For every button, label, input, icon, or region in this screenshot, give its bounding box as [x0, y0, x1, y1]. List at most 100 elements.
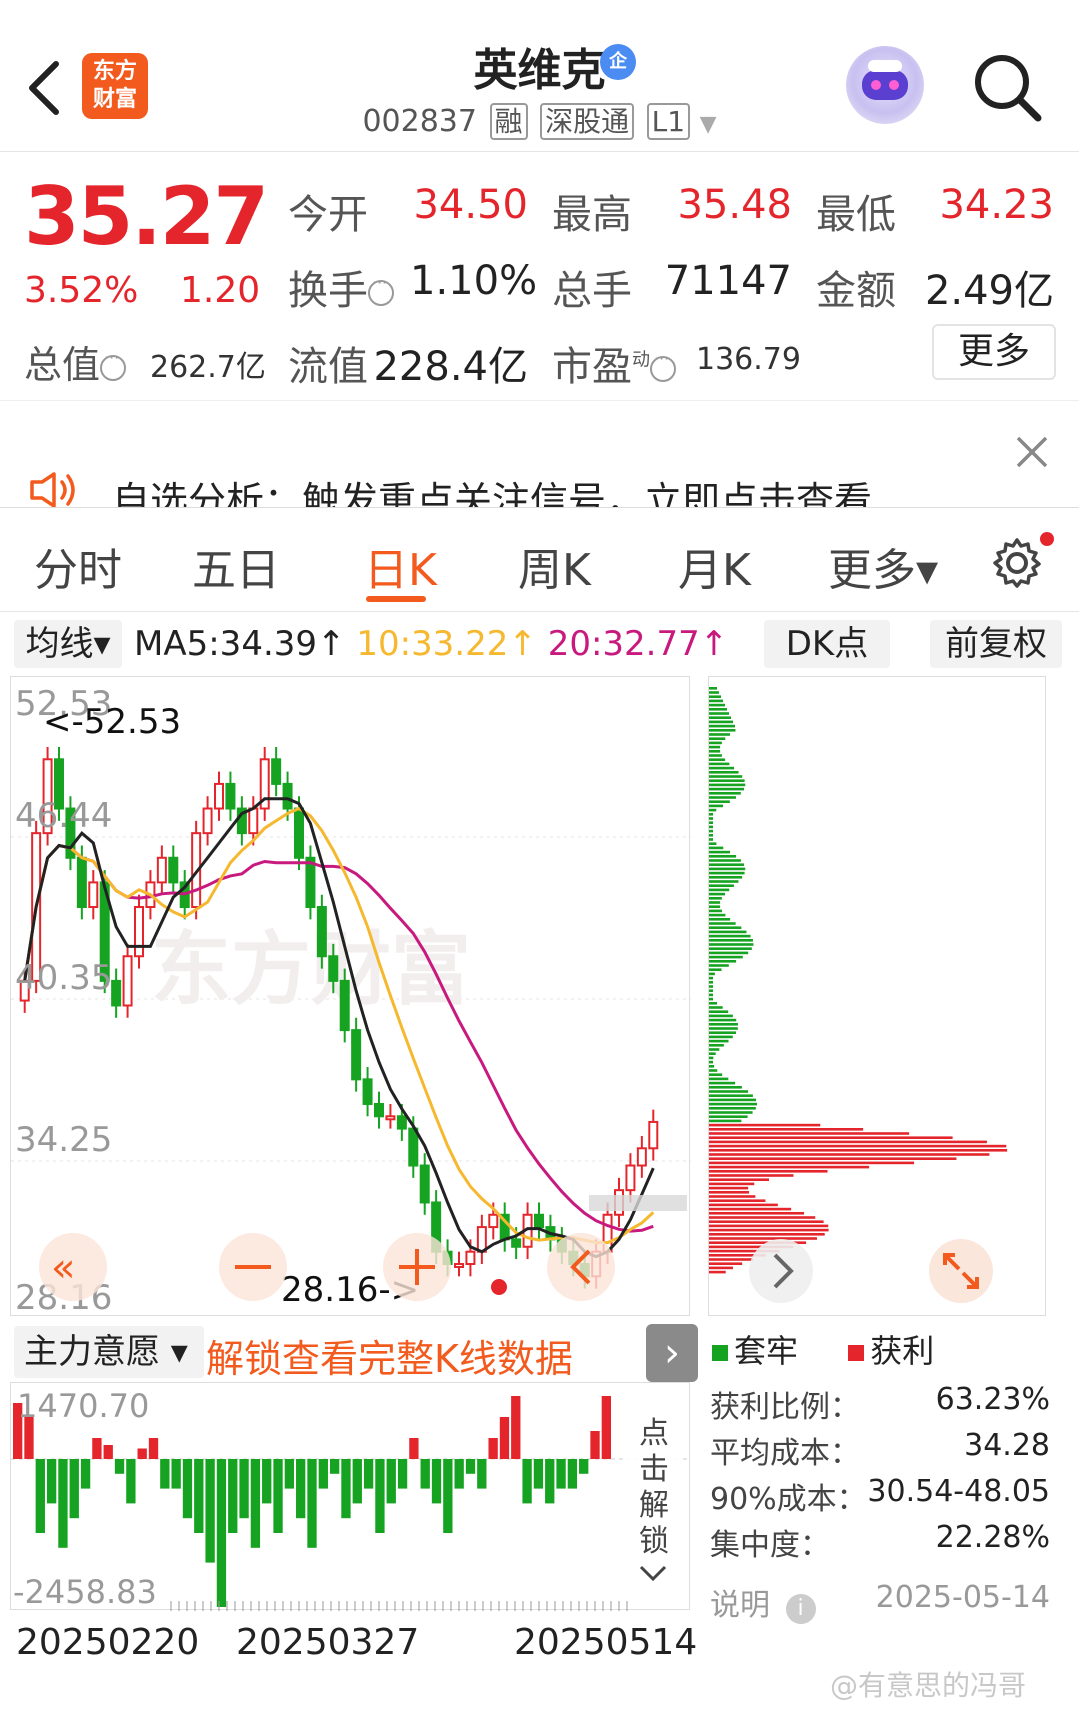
- indicator-bar-down: [533, 1459, 544, 1489]
- chip-legend: 套牢 获利: [708, 1326, 1068, 1370]
- chip-next-button[interactable]: [749, 1239, 813, 1303]
- indicator-bar-up: [92, 1438, 102, 1459]
- indicator-dropdown[interactable]: 主力意愿 ▾: [14, 1326, 204, 1378]
- chip-bar-loss: [709, 871, 745, 875]
- amount-value: 2.49亿: [924, 268, 1054, 314]
- candle-up: [465, 1250, 476, 1266]
- tab-weekly-k[interactable]: 周K: [518, 534, 591, 598]
- ind-y-bottom: -2458.83: [13, 1573, 157, 1611]
- chip-bar-loss: [709, 951, 749, 955]
- chevron-right-icon[interactable]: ›: [646, 1324, 698, 1382]
- chip-bar-loss: [709, 960, 737, 963]
- note-label[interactable]: 说明: [710, 1588, 770, 1623]
- indicator-bar-down: [431, 1459, 442, 1504]
- ma-type-dropdown[interactable]: 均线▾: [14, 620, 122, 668]
- notice-bar[interactable]: 自选分析：触发重点关注信号，立即点击查看: [0, 400, 1079, 508]
- tab-daily-k[interactable]: 日K: [364, 534, 437, 598]
- expand-button[interactable]: [929, 1239, 993, 1303]
- tab-intraday[interactable]: 分时: [34, 534, 122, 598]
- chip-bar-profit: [709, 1161, 915, 1165]
- indicator-bar-down: [262, 1459, 272, 1504]
- chip-bar-loss: [709, 708, 727, 711]
- y-tick-2: 46.44: [15, 796, 112, 836]
- indicator-bar-up: [148, 1438, 159, 1459]
- chip-bar-profit: [709, 1191, 750, 1194]
- stock-code: 002837: [362, 104, 477, 139]
- chip-bar-loss: [709, 745, 721, 749]
- unlock-link[interactable]: 解锁查看完整K线数据: [206, 1328, 573, 1383]
- close-icon[interactable]: [1014, 434, 1050, 470]
- step-left-button[interactable]: [547, 1233, 615, 1301]
- chip-bar-profit: [709, 1207, 792, 1211]
- tab-more[interactable]: 更多▾: [828, 534, 938, 598]
- chip-distribution-chart[interactable]: [708, 676, 1046, 1316]
- ma20-line: [23, 843, 654, 1233]
- indicator-bar-down: [420, 1459, 430, 1489]
- stat-value: 63.23%: [935, 1382, 1050, 1417]
- chip-bar-loss: [709, 918, 731, 921]
- indicator-bar-up: [499, 1417, 510, 1459]
- dropdown-caret-icon[interactable]: ▼: [700, 112, 717, 137]
- chip-bar-profit: [709, 1140, 987, 1144]
- indicator-bar-down: [341, 1459, 351, 1519]
- chip-bar-loss: [709, 838, 713, 841]
- chip-bar-profit: [709, 1182, 755, 1186]
- tab-monthly-k[interactable]: 月K: [678, 534, 751, 598]
- indicator-bar-down: [579, 1459, 589, 1474]
- gear-icon[interactable]: [990, 536, 1044, 590]
- info-dots-icon[interactable]: [368, 273, 394, 306]
- indicator-bar-down: [454, 1459, 464, 1489]
- chip-bar-profit: [709, 1144, 1007, 1148]
- dk-point-button[interactable]: DK点: [764, 620, 890, 668]
- indicator-chart[interactable]: 1470.70 -2458.83 点 击 解 锁: [10, 1382, 691, 1611]
- chip-bar-loss: [709, 1052, 716, 1055]
- zoom-out-button[interactable]: [219, 1233, 287, 1301]
- active-tab-indicator: [366, 596, 426, 602]
- chip-bar-loss: [709, 905, 721, 908]
- chip-bar-profit: [709, 1165, 870, 1169]
- zoom-in-button[interactable]: [383, 1233, 451, 1301]
- chip-bar-loss: [709, 1014, 733, 1018]
- chip-date: 2025-05-14: [875, 1580, 1050, 1615]
- ai-robot-avatar[interactable]: [846, 46, 924, 124]
- chip-bar-loss: [709, 947, 752, 950]
- candle-up: [385, 1115, 396, 1121]
- chip-bar-loss: [709, 695, 721, 698]
- volume-value: 71147: [664, 258, 792, 304]
- chip-note-row: 说明 i 2025-05-14: [710, 1580, 1050, 1624]
- chip-bar-profit: [709, 1170, 828, 1173]
- chip-bar-loss: [709, 855, 737, 858]
- date-mid: 20250327: [236, 1622, 420, 1663]
- more-quote-button[interactable]: 更多: [932, 324, 1056, 380]
- candle-down: [271, 758, 282, 785]
- chip-bar-profit: [709, 1266, 733, 1270]
- scroll-left-button[interactable]: «: [39, 1233, 107, 1301]
- indicator-bar-down: [386, 1459, 396, 1504]
- indicator-bar-down: [160, 1459, 170, 1489]
- info-dots-icon[interactable]: [100, 348, 127, 381]
- chip-bar-loss: [709, 1002, 718, 1005]
- robot-icon: [862, 60, 908, 100]
- chip-bar-loss: [709, 1115, 748, 1118]
- candle-up: [476, 1226, 487, 1253]
- search-icon[interactable]: [972, 52, 1044, 124]
- info-dots-icon[interactable]: [650, 349, 676, 382]
- chip-bar-loss: [709, 993, 713, 997]
- high-value: 35.48: [677, 182, 792, 228]
- tab-five-day[interactable]: 五日: [192, 534, 280, 598]
- chip-bar-loss: [709, 800, 730, 803]
- chip-bar-profit: [709, 1178, 770, 1181]
- chip-bar-profit: [709, 1199, 766, 1202]
- candle-down: [316, 906, 327, 958]
- indicator-bar-up: [137, 1448, 147, 1459]
- side-unlock-button[interactable]: 点 击 解 锁: [623, 1403, 683, 1599]
- kline-chart[interactable]: 东方财富 52.53 46.44 40.35 34.25 28.16 <-52.…: [10, 676, 691, 1318]
- chip-bar-loss: [709, 964, 729, 967]
- candle-up: [156, 856, 167, 884]
- info-icon[interactable]: i: [785, 1594, 816, 1624]
- chip-bar-loss: [709, 985, 713, 988]
- pe-dynamic-sup: 动: [632, 349, 650, 371]
- chip-bar-loss: [709, 859, 741, 862]
- adjust-price-button[interactable]: 前复权: [930, 620, 1062, 668]
- float-cap-value: 228.4亿: [373, 344, 528, 390]
